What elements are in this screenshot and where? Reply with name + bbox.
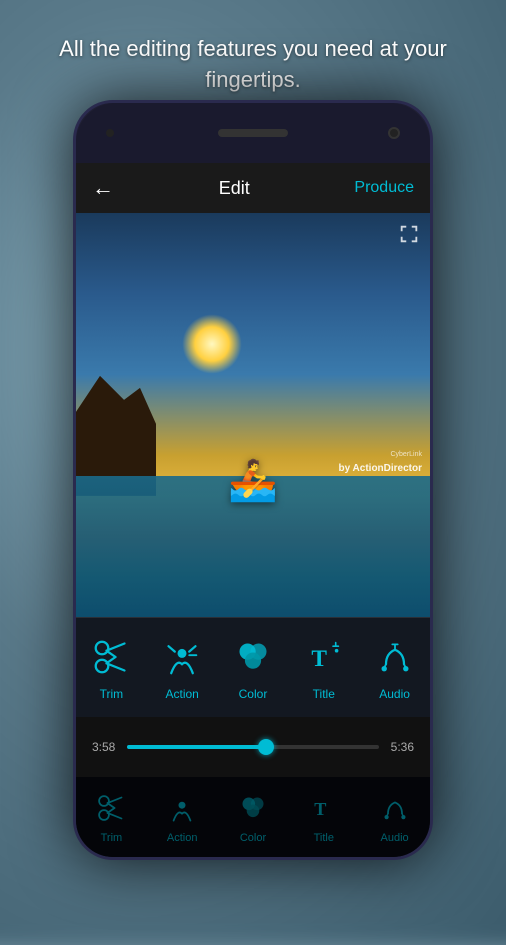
produce-button[interactable]: Produce bbox=[354, 179, 414, 197]
trim-label-dim: Trim bbox=[101, 832, 123, 844]
video-preview-area[interactable]: 🚣 CyberLink by ActionDirector bbox=[76, 213, 430, 617]
trim-label: Trim bbox=[100, 687, 124, 701]
trim-icon bbox=[89, 635, 133, 679]
timeline-area[interactable]: 3:58 5:36 bbox=[76, 717, 430, 777]
title-icon: T bbox=[302, 635, 346, 679]
timeline-start-time: 3:58 bbox=[92, 740, 115, 754]
phone-camera bbox=[388, 127, 400, 139]
timeline-thumb[interactable] bbox=[258, 739, 274, 755]
audio-label-dim: Audio bbox=[381, 832, 409, 844]
audio-label: Audio bbox=[379, 687, 410, 701]
timeline-fill bbox=[127, 745, 265, 749]
kayaker-figure: 🚣 bbox=[228, 457, 278, 504]
watermark-cyberlink: CyberLink bbox=[338, 451, 422, 458]
edit-title: Edit bbox=[219, 178, 250, 199]
video-frame: 🚣 CyberLink by ActionDirector bbox=[76, 213, 430, 617]
timeline-track[interactable] bbox=[127, 745, 378, 749]
tool-trim[interactable]: Trim bbox=[89, 635, 133, 701]
watermark-area: CyberLink by ActionDirector bbox=[338, 451, 422, 476]
tool-color-dim: Color bbox=[235, 790, 271, 844]
title-label: Title bbox=[313, 687, 335, 701]
color-label: Color bbox=[239, 687, 268, 701]
action-icon bbox=[160, 635, 204, 679]
tool-title[interactable]: T Title bbox=[302, 635, 346, 701]
tool-audio[interactable]: Audio bbox=[373, 635, 417, 701]
title-label-dim: Title bbox=[314, 832, 334, 844]
action-label-dim: Action bbox=[167, 832, 198, 844]
edit-header: ← Edit Produce bbox=[76, 163, 430, 213]
tool-title-dim: T Title bbox=[306, 790, 342, 844]
phone-top-bar bbox=[76, 103, 430, 163]
timeline-end-time: 5:36 bbox=[391, 740, 414, 754]
phone-screen: ← Edit Produce 🚣 CyberL bbox=[76, 163, 430, 857]
tool-color[interactable]: Color bbox=[231, 635, 275, 701]
phone-mockup: ← Edit Produce 🚣 CyberL bbox=[73, 100, 433, 860]
tool-action[interactable]: Action bbox=[160, 635, 204, 701]
action-label: Action bbox=[166, 687, 199, 701]
trim-icon-dim bbox=[93, 790, 129, 826]
audio-icon bbox=[373, 635, 417, 679]
title-icon-dim: T bbox=[306, 790, 342, 826]
watermark-brand: by ActionDirector bbox=[338, 463, 422, 474]
sun-effect bbox=[182, 314, 242, 374]
main-toolbar: Trim Action bbox=[76, 617, 430, 717]
back-button[interactable]: ← bbox=[92, 175, 114, 201]
bottom-toolbar-dimmed: Trim Action bbox=[76, 777, 430, 857]
svg-text:T: T bbox=[311, 646, 327, 672]
tool-trim-dim: Trim bbox=[93, 790, 129, 844]
audio-icon-dim bbox=[377, 790, 413, 826]
action-icon-dim bbox=[164, 790, 200, 826]
color-icon-dim bbox=[235, 790, 271, 826]
color-icon bbox=[231, 635, 275, 679]
phone-sensor bbox=[106, 129, 114, 137]
tool-audio-dim: Audio bbox=[377, 790, 413, 844]
headline: All the editing features you need at you… bbox=[0, 34, 506, 96]
phone-speaker bbox=[218, 129, 288, 137]
color-label-dim: Color bbox=[240, 832, 266, 844]
tool-action-dim: Action bbox=[164, 790, 200, 844]
fullscreen-button[interactable] bbox=[398, 223, 420, 251]
svg-text:T: T bbox=[314, 799, 326, 819]
